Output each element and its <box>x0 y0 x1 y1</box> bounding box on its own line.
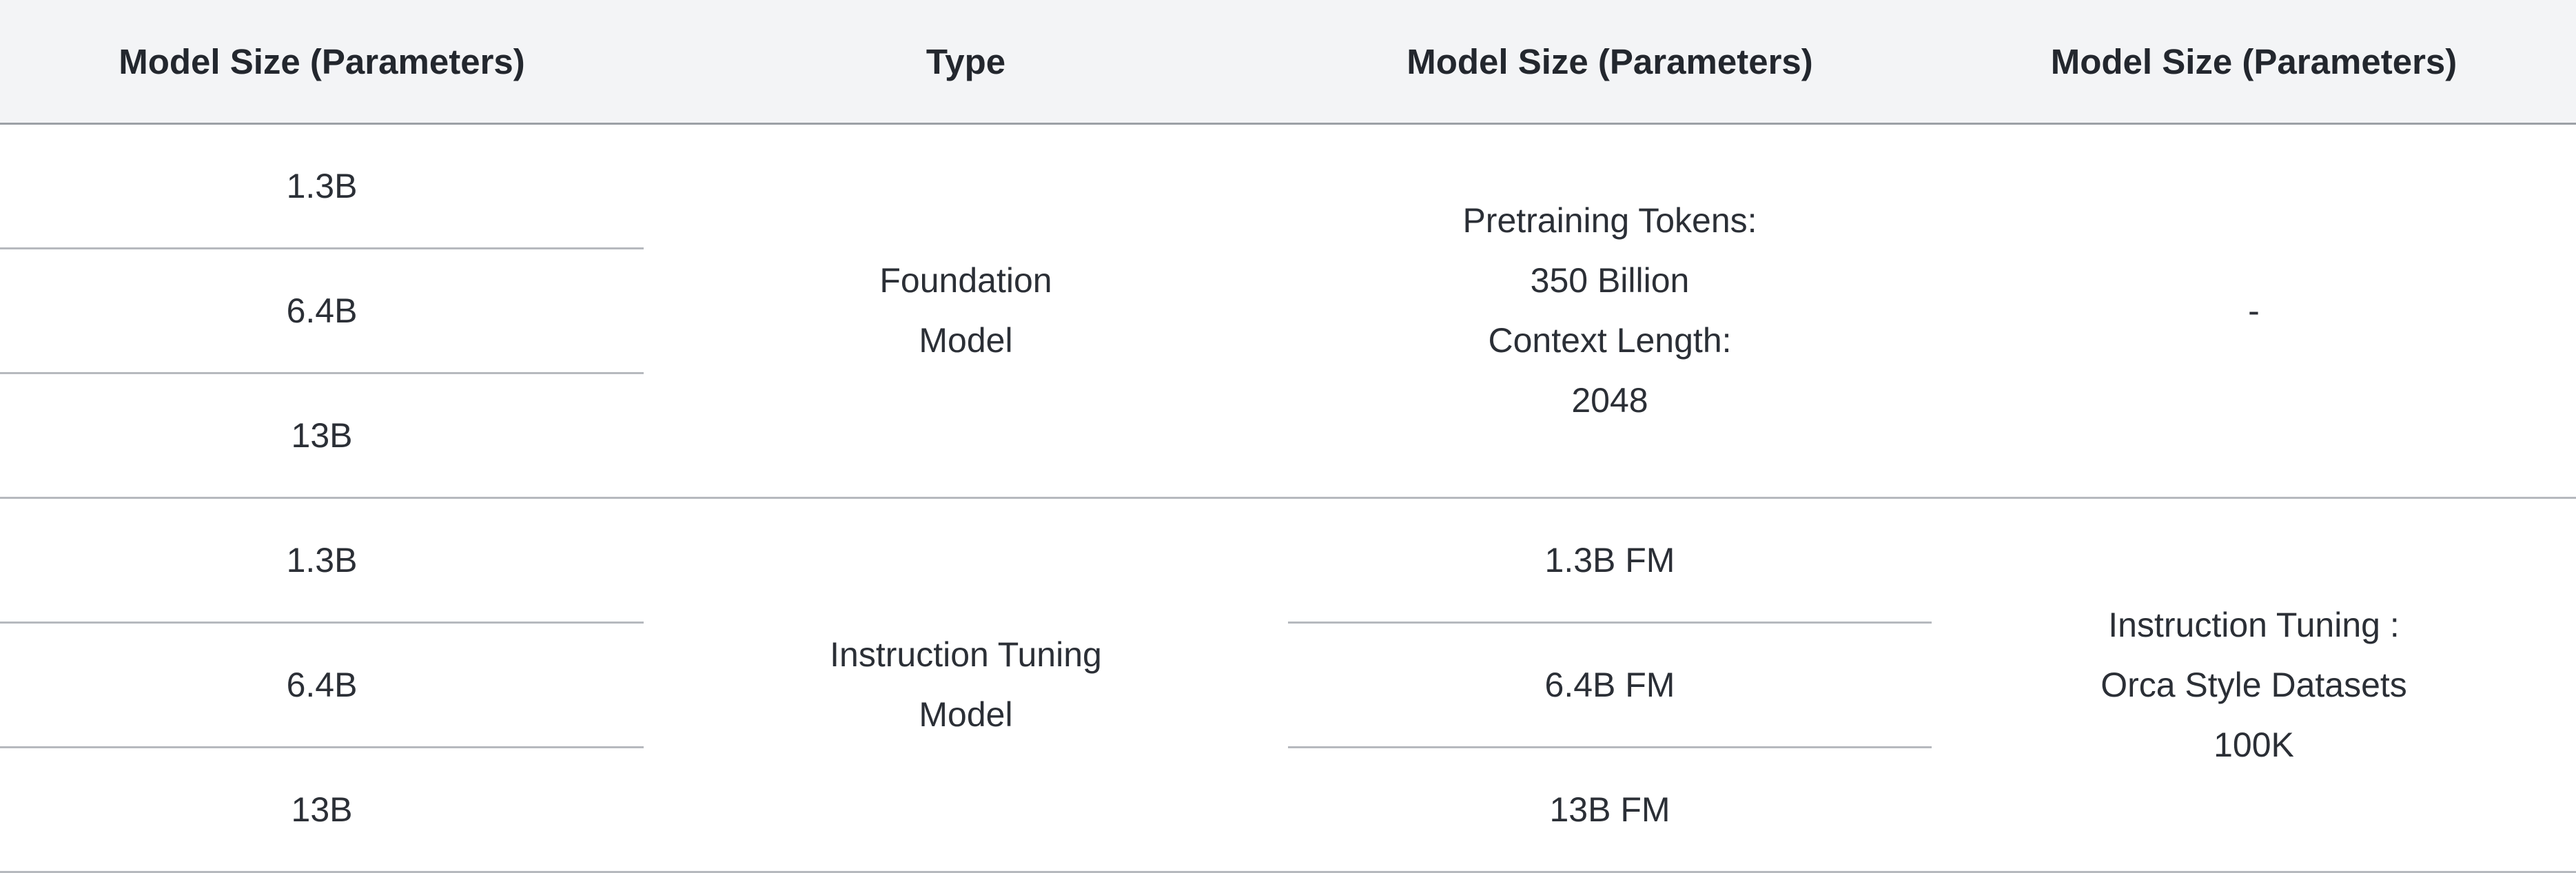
header-model-size-3: Model Size (Parameters) <box>1932 0 2576 125</box>
pretraining-info-cell: Pretraining Tokens: 350 Billion Context … <box>1288 123 1932 499</box>
dataset-cell-foundation: - <box>1932 123 2576 499</box>
header-row: Model Size (Parameters) Type Model Size … <box>0 0 2576 125</box>
base-model-cell: 13B FM <box>1288 747 1932 873</box>
size-cell: 1.3B <box>0 497 644 624</box>
table-header: Model Size (Parameters) Type Model Size … <box>0 0 2576 125</box>
table-row: 1.3B Instruction Tuning Model 1.3B FM In… <box>0 497 2576 873</box>
type-line: Model <box>919 695 1013 734</box>
model-table: Model Size (Parameters) Type Model Size … <box>0 0 2576 873</box>
type-line: Foundation <box>879 261 1052 300</box>
table-body: 1.3B Foundation Model Pretraining Tokens… <box>0 123 2576 873</box>
header-type: Type <box>644 0 1288 125</box>
size-cell: 6.4B <box>0 248 644 374</box>
context-length-value: 2048 <box>1571 381 1648 420</box>
base-model-cell: 6.4B FM <box>1288 622 1932 748</box>
pretraining-tokens-value: 350 Billion <box>1530 261 1690 300</box>
size-cell: 13B <box>0 373 644 499</box>
table-row: 1.3B Foundation Model Pretraining Tokens… <box>0 123 2576 499</box>
size-cell: 6.4B <box>0 622 644 748</box>
dataset-line: Instruction Tuning : <box>2108 605 2400 644</box>
size-cell: 13B <box>0 747 644 873</box>
type-line: Model <box>919 321 1013 360</box>
pretraining-tokens-label: Pretraining Tokens: <box>1462 201 1757 240</box>
header-model-size-2: Model Size (Parameters) <box>1288 0 1932 125</box>
base-model-cell: 1.3B FM <box>1288 497 1932 624</box>
header-model-size-1: Model Size (Parameters) <box>0 0 644 125</box>
context-length-label: Context Length: <box>1488 321 1732 360</box>
type-line: Instruction Tuning <box>830 635 1102 674</box>
dataset-cell-instruction: Instruction Tuning : Orca Style Datasets… <box>1932 497 2576 873</box>
size-cell: 1.3B <box>0 123 644 249</box>
dataset-line: Orca Style Datasets <box>2100 665 2407 704</box>
type-cell-foundation: Foundation Model <box>644 123 1288 499</box>
dataset-line: 100K <box>2214 725 2294 764</box>
type-cell-instruction: Instruction Tuning Model <box>644 497 1288 873</box>
